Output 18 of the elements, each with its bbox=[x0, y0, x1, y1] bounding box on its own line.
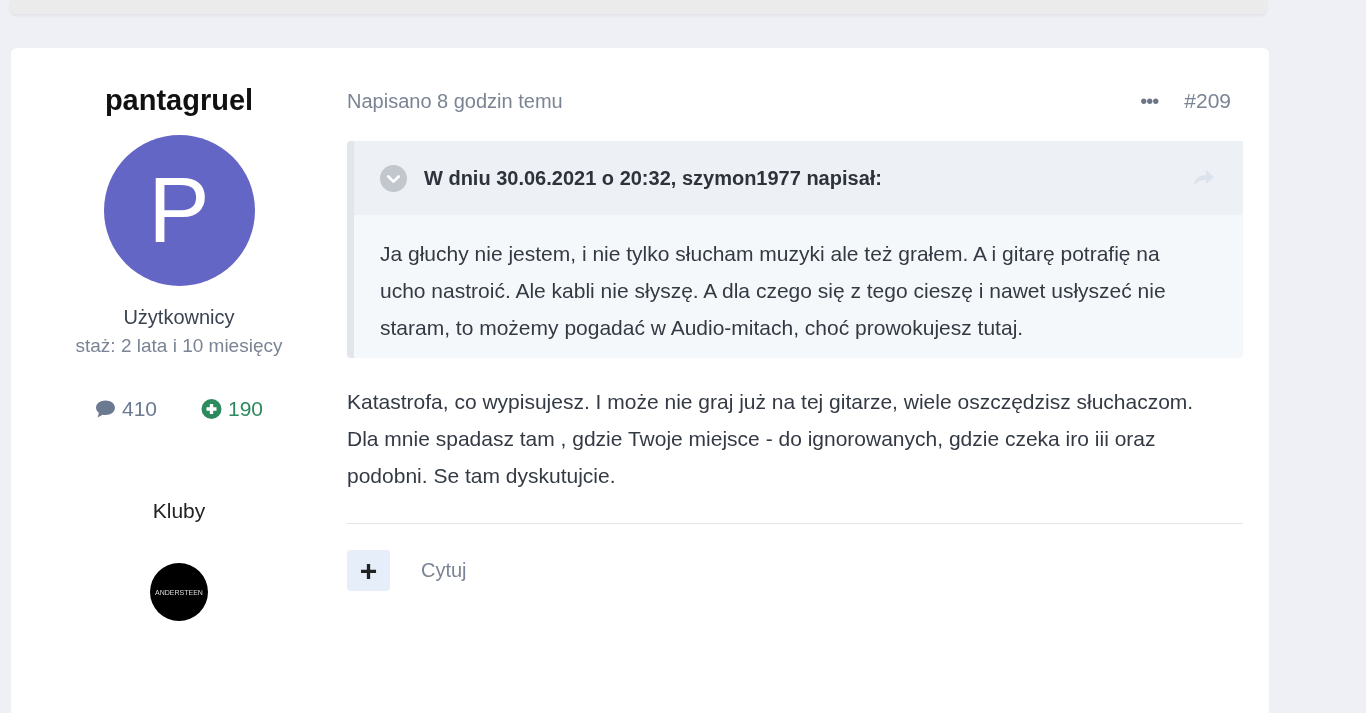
quote-link[interactable]: Cytuj bbox=[421, 559, 467, 582]
post-number-link[interactable]: #209 bbox=[1184, 89, 1231, 113]
plus-circle-icon bbox=[201, 399, 222, 419]
more-options-button[interactable]: ••• bbox=[1140, 89, 1159, 113]
collapse-toggle-icon[interactable] bbox=[380, 164, 407, 192]
clubs-label: Kluby bbox=[152, 499, 206, 523]
add-reaction-button[interactable]: + bbox=[347, 550, 390, 591]
post-time: Napisano 8 godzin temu bbox=[347, 89, 564, 113]
author-name[interactable]: pantagruel bbox=[104, 84, 254, 117]
post-count: 410 bbox=[121, 397, 157, 421]
quote-text: Ja głuchy nie jestem, i nie tylko słucham muzyki ale też grałem. A i gitarę potrafię na ucho nastroić. Ale kabli nie słyszę. A dla czego się z tego cieszę i nawet usłyszeć nie staram, to możemy pogadać w Audio-mitach, choć prowokujesz tutaj. bbox=[379, 241, 1167, 341]
avatar[interactable]: P bbox=[103, 135, 255, 286]
reputation-count: 190 bbox=[228, 397, 264, 421]
quote-header: W dniu 30.06.2021 o 20:32, szymon1977 napisał: bbox=[424, 166, 883, 190]
speech-bubble-icon bbox=[94, 399, 116, 419]
membership-tenure: staż: 2 lata i 10 miesięcy bbox=[75, 335, 283, 357]
user-group: Użytkownicy bbox=[123, 306, 235, 329]
post-body: Katastrofa, co wypisujesz. I może nie graj już na tej gitarze, wiele oszczędzisz słuchaczom. Dla mnie spadasz tam , gdzie Twoje miejsce - do ignorowanych, gdzie czeka iro iii oraz podobni. Se tam dyskutujcie. bbox=[347, 383, 1243, 524]
